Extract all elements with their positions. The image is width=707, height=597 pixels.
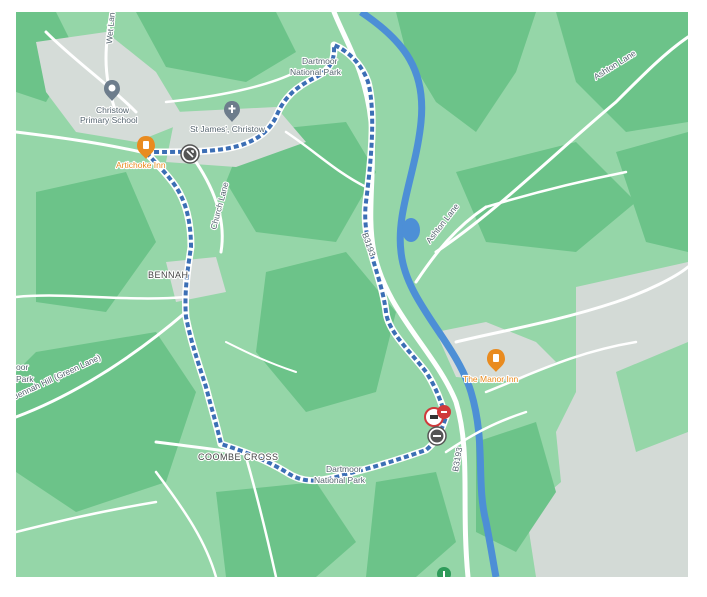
route-start-marker[interactable] [180, 144, 200, 164]
no-entry-icon[interactable] [427, 426, 447, 446]
park-label-west-2: Park [16, 374, 34, 384]
school-label: Christow [96, 105, 130, 115]
park-label-south: Dartmoor [326, 464, 362, 474]
park-label-south-2: National Park [314, 475, 366, 485]
lake [402, 218, 420, 242]
incident-marker[interactable] [437, 405, 451, 419]
pub-label-manor-inn: The Manor Inn [463, 374, 519, 384]
school-label-2: Primary School [80, 115, 138, 125]
place-label-bennah: BENNAH [148, 270, 189, 280]
park-label-west: oor [16, 362, 28, 372]
park-label-north: Dartmoor [302, 56, 338, 66]
place-label-coombe-cross: COOMBE CROSS [198, 452, 279, 462]
map-canvas[interactable]: Wet Lane Dartmoor National Park Ashton L… [16, 12, 688, 577]
church-label: St James', Christow [190, 124, 266, 134]
park-label-north-2: National Park [290, 67, 342, 77]
pub-label-artichoke-inn: Artichoke Inn [116, 160, 166, 170]
